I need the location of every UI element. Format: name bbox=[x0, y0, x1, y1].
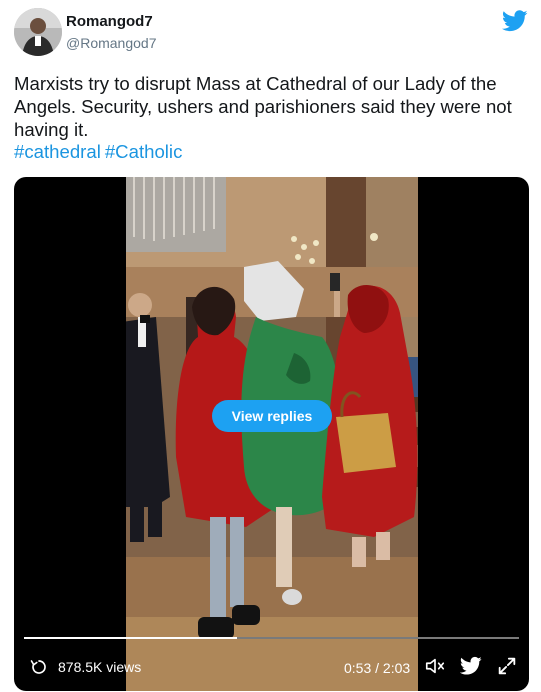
hashtag-catholic[interactable]: #Catholic bbox=[105, 141, 183, 162]
views-label: 878.5K views bbox=[58, 659, 142, 675]
replay-icon bbox=[30, 660, 46, 674]
twitter-bird-icon[interactable] bbox=[460, 655, 482, 677]
video-progress-fill bbox=[24, 637, 237, 639]
video-controls: 878.5K views 0:53 / 2:03 bbox=[14, 647, 529, 687]
volume-icon[interactable] bbox=[424, 655, 446, 677]
video-frame[interactable] bbox=[126, 177, 418, 691]
video-progress-bar[interactable] bbox=[24, 637, 519, 639]
view-replies-button[interactable]: View replies bbox=[212, 400, 332, 432]
hashtag-list: #cathedral #Catholic bbox=[14, 141, 186, 163]
avatar[interactable] bbox=[14, 8, 62, 56]
avatar-photo bbox=[14, 8, 62, 56]
tweet-text: Marxists try to disrupt Mass at Cathedra… bbox=[14, 73, 512, 140]
expand-icon[interactable] bbox=[496, 655, 518, 677]
views-count: 878.5K views bbox=[30, 658, 141, 676]
author-handle[interactable]: @Romangod7 bbox=[66, 35, 157, 51]
hashtag-cathedral[interactable]: #cathedral bbox=[14, 141, 101, 162]
author-name[interactable]: Romangod7 bbox=[66, 13, 153, 30]
playback-time: 0:53 / 2:03 bbox=[344, 660, 411, 676]
twitter-bird-icon[interactable] bbox=[502, 10, 528, 32]
video-player[interactable]: View replies 878.5K views 0:53 / 2:03 bbox=[14, 177, 529, 691]
